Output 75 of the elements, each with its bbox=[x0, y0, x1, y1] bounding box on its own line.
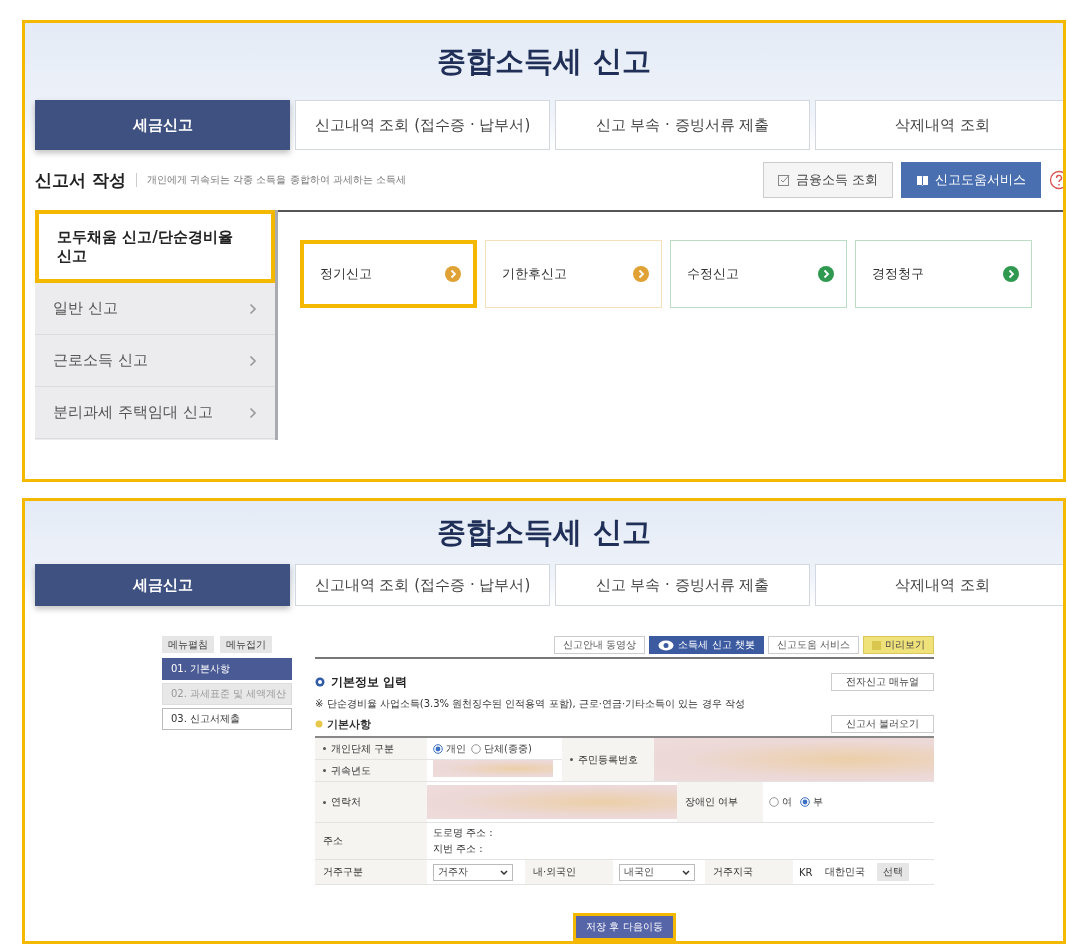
label-text: 거주구분 bbox=[323, 865, 363, 879]
label-text: 주민등록번호 bbox=[578, 752, 638, 767]
page-title: 종합소득세 신고 bbox=[437, 42, 651, 80]
select-button[interactable]: 선택 bbox=[876, 863, 909, 881]
tab[interactable]: 세금신고 bbox=[35, 564, 290, 606]
country-name: 대한민국 bbox=[824, 865, 865, 879]
label-text: 연락처 bbox=[331, 795, 361, 809]
radio-label: 여 bbox=[782, 795, 792, 809]
lookup-button[interactable]: 금융소득 조회 bbox=[762, 162, 893, 198]
bullet-icon bbox=[315, 677, 325, 687]
checkbox-icon bbox=[777, 174, 790, 186]
label-text: 장애인 여부 bbox=[685, 795, 739, 809]
toolbar-button[interactable]: 소득세 신고 챗봇 bbox=[649, 636, 764, 654]
chevron-right-icon bbox=[249, 302, 257, 315]
filing-type-card[interactable]: 기한후신고 bbox=[485, 240, 662, 308]
help-service-button[interactable]: 신고도움서비스 bbox=[901, 162, 1041, 198]
step-menu-item[interactable]: 03. 신고서제출 bbox=[162, 708, 292, 730]
manual-button[interactable]: 전자신고 매뉴얼 bbox=[830, 673, 934, 691]
select-field[interactable]: 거주자 bbox=[433, 863, 513, 881]
tab[interactable]: 신고 부속 · 증빙서류 제출 bbox=[555, 564, 810, 606]
save-next-button[interactable]: 저장 후 다음이동 bbox=[573, 913, 676, 941]
menu-button[interactable]: 메뉴펼침 bbox=[162, 636, 214, 653]
radio-button[interactable] bbox=[433, 743, 443, 754]
help-icon[interactable] bbox=[1049, 170, 1063, 190]
radio-button[interactable] bbox=[769, 797, 779, 807]
radio-label: 단체(종중) bbox=[484, 741, 532, 756]
bullet-icon bbox=[323, 769, 326, 772]
country-code: KR bbox=[799, 866, 813, 878]
bullet-icon bbox=[323, 747, 326, 750]
label-text: 귀속년도 bbox=[331, 763, 371, 778]
radio-button[interactable] bbox=[800, 797, 810, 807]
radio-label: 개인 bbox=[446, 741, 466, 756]
step-menu-item[interactable]: 01. 기본사항 bbox=[162, 658, 292, 680]
caret-icon bbox=[500, 869, 508, 875]
tab[interactable]: 신고내역 조회 (접수증 · 납부서) bbox=[295, 100, 550, 150]
radio-button[interactable] bbox=[471, 743, 481, 754]
toolbar-button[interactable]: 신고안내 동영상 bbox=[554, 636, 646, 654]
book-icon bbox=[916, 174, 929, 186]
filing-type-card[interactable]: 정기신고 bbox=[300, 240, 477, 308]
section-title: 신고서 작성 bbox=[35, 168, 126, 192]
bullet-icon bbox=[570, 758, 573, 761]
caret-icon bbox=[682, 869, 690, 875]
section-description: 개인에게 귀속되는 각종 소득을 종합하여 과세하는 소득세 bbox=[146, 173, 407, 187]
side-menu-item[interactable]: 일반 신고 bbox=[35, 283, 275, 335]
chevron-right-icon bbox=[249, 406, 257, 419]
notice-text: ※ 단순경비율 사업소득(3.3% 원천징수된 인적용역 포함), 근로·연금·기타소득이 있는 경우 작성 bbox=[315, 697, 746, 711]
tab[interactable]: 삭제내역 조회 bbox=[815, 100, 1063, 150]
bullet-icon bbox=[315, 720, 323, 728]
label-text: 주소 bbox=[323, 834, 343, 848]
side-menu-item[interactable]: 근로소득 신고 bbox=[35, 335, 275, 387]
select-field[interactable]: 내국인 bbox=[619, 863, 695, 881]
subsection-heading: 기본사항 bbox=[327, 716, 371, 732]
label-text: 개인단체 구분 bbox=[331, 741, 395, 756]
label-text: 거주지국 bbox=[713, 865, 753, 879]
filing-type-card[interactable]: 경정청구 bbox=[855, 240, 1032, 308]
address-line: 지번 주소 : bbox=[433, 842, 483, 856]
menu-button[interactable]: 메뉴접기 bbox=[220, 636, 272, 653]
tab[interactable]: 신고내역 조회 (접수증 · 납부서) bbox=[295, 564, 550, 606]
filing-type-card[interactable]: 수정신고 bbox=[670, 240, 847, 308]
address-line: 도로명 주소 : bbox=[433, 826, 493, 840]
chevron-right-icon bbox=[249, 354, 257, 367]
square-icon bbox=[872, 640, 881, 650]
toolbar-button[interactable]: 신고도움 서비스 bbox=[767, 636, 859, 654]
bullet-icon bbox=[323, 800, 326, 804]
toolbar-button[interactable]: 미리보기 bbox=[863, 636, 934, 654]
load-button[interactable]: 신고서 불러오기 bbox=[830, 715, 934, 733]
side-menu-item[interactable]: 모두채움 신고/단순경비율 신고 bbox=[35, 210, 275, 283]
label-text: 내·외국인 bbox=[533, 865, 577, 879]
tab[interactable]: 신고 부속 · 증빙서류 제출 bbox=[555, 100, 810, 150]
tab[interactable]: 세금신고 bbox=[35, 100, 290, 150]
side-menu-item[interactable]: 분리과세 주택임대 신고 bbox=[35, 387, 275, 439]
radio-label: 부 bbox=[813, 795, 823, 809]
section-heading: 기본정보 입력 bbox=[331, 673, 408, 691]
page-title: 종합소득세 신고 bbox=[437, 513, 651, 551]
tab[interactable]: 삭제내역 조회 bbox=[815, 564, 1063, 606]
